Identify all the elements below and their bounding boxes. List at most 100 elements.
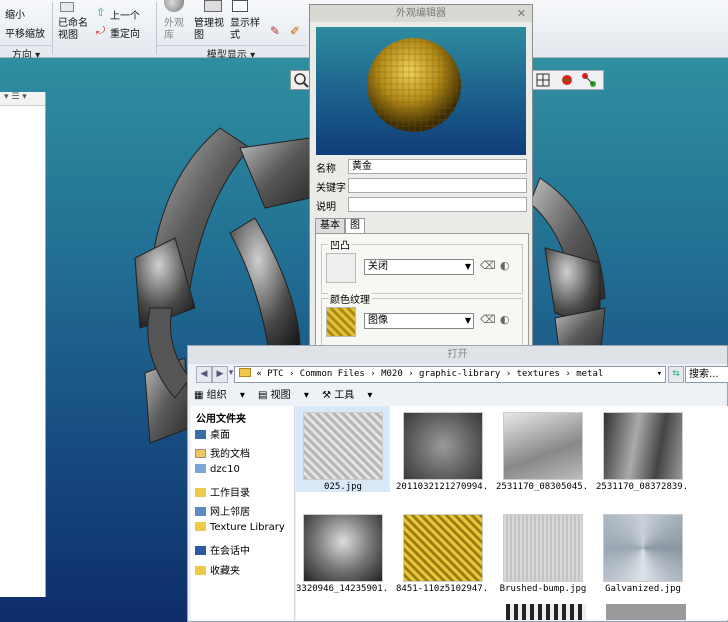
file-item[interactable]: 2011032121270994...: [396, 406, 490, 492]
color-texture-select[interactable]: 图像 ▼: [364, 313, 474, 329]
model-tree-header[interactable]: ▾ ☰ ▾: [0, 92, 45, 106]
eraser-icon[interactable]: ⌫: [480, 259, 496, 272]
bump-group: 凹凸 关闭 ▼ ⌫ ◐: [321, 237, 523, 294]
model-tree-panel[interactable]: ▾ ☰ ▾: [0, 92, 46, 597]
prev-view-button[interactable]: 上一个: [110, 7, 140, 22]
gold-sphere-preview: [367, 38, 461, 132]
close-icon[interactable]: ✕: [517, 7, 526, 20]
saved-view-button[interactable]: 已命名 视图: [58, 18, 88, 42]
file-item[interactable]: 8451-110z5102947...: [396, 508, 490, 594]
forward-icon[interactable]: ▶: [212, 366, 228, 383]
name-field[interactable]: 黄金: [348, 159, 527, 174]
breadcrumb-ptc[interactable]: PTC: [267, 369, 283, 379]
annotation-icon[interactable]: ✐: [290, 24, 300, 38]
saved-view-icon: [60, 2, 74, 12]
desktop-icon: [195, 430, 206, 439]
nav-item-in-session[interactable]: 在会话中: [195, 542, 250, 557]
chevron-down-icon: ▼: [464, 262, 471, 271]
file-thumbnail: [503, 514, 583, 582]
file-item[interactable]: 2531170_08305045...: [496, 406, 590, 492]
nav-item-texture-library[interactable]: Texture Library: [195, 522, 285, 533]
name-label: 名称: [316, 164, 336, 175]
refresh-icon[interactable]: ⇆: [668, 366, 684, 383]
material-preview: [316, 27, 526, 155]
display-style-button[interactable]: 显示样 式: [230, 18, 260, 42]
breadcrumb-textures[interactable]: textures: [517, 369, 560, 379]
nav-item-my-documents[interactable]: 我的文档: [195, 445, 250, 460]
editor-tabs: 基本图: [315, 218, 365, 234]
view-menu[interactable]: ▤ 视图 ▾: [258, 390, 309, 401]
file-thumbnail: [303, 412, 383, 480]
tab-basic[interactable]: 基本: [315, 218, 345, 234]
appearance-editor-window: 外观编辑器 ✕ 名称 黄金 关键字 说明 基本图 凹凸 关闭 ▼ ⌫ ◐ 颜色纹…: [309, 4, 533, 348]
file-item[interactable]: 025.jpg: [296, 406, 390, 492]
nav-item-desktop[interactable]: 桌面: [195, 426, 230, 441]
nav-item-network[interactable]: 网上邻居: [195, 503, 250, 518]
manage-view-button[interactable]: 管理视 图: [194, 18, 224, 42]
chevron-down-icon[interactable]: ▾: [657, 367, 662, 382]
computer-icon: [195, 464, 206, 473]
folder-icon: [195, 488, 206, 497]
address-bar[interactable]: « PTC › Common Files › M020 › graphic-li…: [234, 366, 666, 383]
bump-select[interactable]: 关闭 ▼: [364, 259, 474, 275]
breadcrumb-metal[interactable]: metal: [576, 369, 603, 379]
file-thumbnail-partial: [506, 604, 586, 620]
file-thumbnail: [403, 412, 483, 480]
file-item[interactable]: Brushed-bump.jpg: [496, 508, 590, 594]
tools-menu[interactable]: ⚒ 工具 ▾: [322, 390, 372, 401]
manage-view-icon: [204, 0, 222, 12]
nav-item-dzc10[interactable]: dzc10: [195, 464, 240, 475]
map-settings-icon[interactable]: ◐: [500, 313, 510, 326]
nav-item-working-dir[interactable]: 工作目录: [195, 484, 250, 499]
file-thumbnail: [503, 412, 583, 480]
folder-icon: [195, 522, 206, 531]
gold-texture-swatch[interactable]: [326, 307, 356, 337]
map-settings-icon[interactable]: ◐: [500, 259, 510, 272]
dialog-toolbar: ▦ 组织 ▾ ▤ 视图 ▾ ⚒ 工具 ▾: [194, 386, 382, 404]
keywords-field[interactable]: [348, 178, 527, 193]
organize-menu[interactable]: ▦ 组织 ▾: [194, 390, 245, 401]
documents-icon: [195, 449, 206, 458]
file-thumbnail-partial: [606, 604, 686, 620]
session-icon: [195, 546, 206, 555]
file-thumbnail: [303, 514, 383, 582]
appearance-library-button[interactable]: 外观 库: [164, 18, 184, 42]
bump-legend: 凹凸: [328, 237, 352, 252]
open-file-dialog: 打开 ◀ ▶ ▾ « PTC › Common Files › M020 › g…: [187, 345, 728, 622]
file-item[interactable]: 2531170_08372839...: [596, 406, 690, 492]
common-folders-header: 公用文件夹: [196, 414, 246, 425]
view-tools-strip[interactable]: [532, 70, 604, 90]
file-item[interactable]: 3320946_14235901...: [296, 508, 390, 594]
appearance-library-icon: [164, 0, 184, 12]
color-texture-legend: 颜色纹理: [328, 291, 372, 306]
zoom-out-button[interactable]: 缩小: [5, 6, 25, 21]
group-label-model-display: 模型显示 ▾: [156, 45, 306, 61]
breadcrumb-graphic-library[interactable]: graphic-library: [419, 369, 500, 379]
breadcrumb-common-files[interactable]: Common Files: [300, 369, 365, 379]
nav-item-favorites[interactable]: 收藏夹: [195, 562, 240, 577]
file-thumbnail: [603, 514, 683, 582]
chevron-down-icon: ▼: [464, 316, 471, 325]
display-style-icon: [232, 0, 248, 12]
eraser-icon[interactable]: ⌫: [480, 313, 496, 326]
file-thumbnail: [403, 514, 483, 582]
back-icon[interactable]: ◀: [196, 366, 212, 383]
network-icon: [195, 507, 206, 516]
ribbon-divider: [52, 2, 53, 54]
appearance-editor-title: 外观编辑器: [310, 5, 532, 22]
reorient-button[interactable]: 重定向: [110, 25, 140, 40]
tab-map[interactable]: 图: [345, 218, 365, 234]
breadcrumb-m020[interactable]: M020: [381, 369, 403, 379]
description-field[interactable]: [348, 197, 527, 212]
navigation-pane: 公用文件夹 桌面 我的文档 dzc10 工作目录 网上邻居 Texture Li…: [191, 406, 295, 620]
reorient-icon: ⤾: [96, 24, 106, 37]
sketch-icon[interactable]: ✎: [270, 24, 280, 38]
pan-zoom-button[interactable]: 平移缩放: [5, 25, 45, 40]
keywords-label: 关键字: [316, 183, 346, 194]
prev-view-icon: ⇧: [96, 6, 106, 19]
search-input[interactable]: 搜索...: [685, 366, 728, 383]
file-item[interactable]: Galvanized.jpg: [596, 508, 690, 594]
bump-swatch[interactable]: [326, 253, 356, 283]
folder-icon: [239, 368, 251, 377]
map-tab-panel: 凹凸 关闭 ▼ ⌫ ◐ 颜色纹理 图像 ▼ ⌫ ◐: [315, 233, 529, 348]
